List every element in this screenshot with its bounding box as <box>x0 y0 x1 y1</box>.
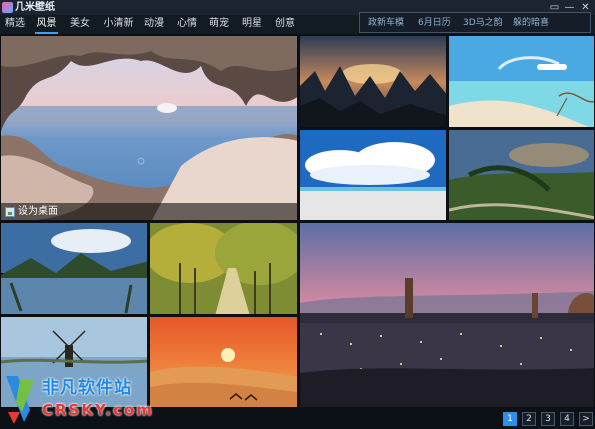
wallpaper-tile-beach-plane[interactable] <box>448 35 595 128</box>
desktop-icon <box>5 207 15 217</box>
nav-item-featured[interactable]: 精选 <box>4 15 26 34</box>
page-4-button[interactable]: 4 <box>560 412 574 426</box>
nav-item-pets[interactable]: 萌宠 <box>208 15 230 34</box>
watermark-text-en: CRSKY.com <box>42 401 154 419</box>
wallpaper-tile-clouds-sea[interactable] <box>299 129 447 221</box>
page-3-button[interactable]: 3 <box>541 412 555 426</box>
wallpaper-tile-desert-sunset[interactable] <box>149 316 298 408</box>
page-1-button[interactable]: 1 <box>503 412 517 426</box>
app-title: 几米壁纸 <box>15 2 55 13</box>
nav-item-creative[interactable]: 创意 <box>274 15 296 34</box>
watermark-logo-icon <box>6 376 34 424</box>
wallpaper-tile-florence-dusk[interactable] <box>299 222 595 408</box>
watermark: 非凡软件站 CRSKY.com <box>0 372 165 429</box>
promo-link-4[interactable]: 躲的暗喜 <box>513 17 549 29</box>
wallpaper-tile-ice-cave[interactable]: 设为桌面 <box>0 35 298 221</box>
wallpaper-tile-forest-path[interactable] <box>149 222 298 315</box>
set-wallpaper-bar[interactable]: 设为桌面 <box>1 203 297 220</box>
promo-link-3[interactable]: 3D马之韵 <box>463 17 503 29</box>
nav-item-stars[interactable]: 明星 <box>241 15 263 34</box>
nav-item-anime[interactable]: 动漫 <box>143 15 165 34</box>
nav-item-fresh[interactable]: 小清新 <box>102 15 135 34</box>
nav-item-mood[interactable]: 心情 <box>176 15 198 34</box>
promo-link-2[interactable]: 6月日历 <box>418 17 451 29</box>
wallpaper-tile-mountain-sunrise[interactable] <box>299 35 447 128</box>
wallpaper-tile-lake-reflection[interactable] <box>0 222 148 315</box>
next-page-button[interactable]: > <box>579 412 593 426</box>
promo-link-1[interactable]: 政新车模 <box>368 17 404 29</box>
page-2-button[interactable]: 2 <box>522 412 536 426</box>
wallpaper-tile-countryside-road[interactable] <box>448 129 595 221</box>
set-wallpaper-label: 设为桌面 <box>18 206 58 217</box>
nav-item-scenery[interactable]: 风景 <box>35 15 58 34</box>
app-logo-icon <box>2 2 13 13</box>
watermark-text-cn: 非凡软件站 <box>42 378 132 398</box>
nav-item-beauty[interactable]: 美女 <box>69 15 91 34</box>
promo-links: 政新车模 6月日历 3D马之韵 躲的暗喜 <box>359 12 591 33</box>
